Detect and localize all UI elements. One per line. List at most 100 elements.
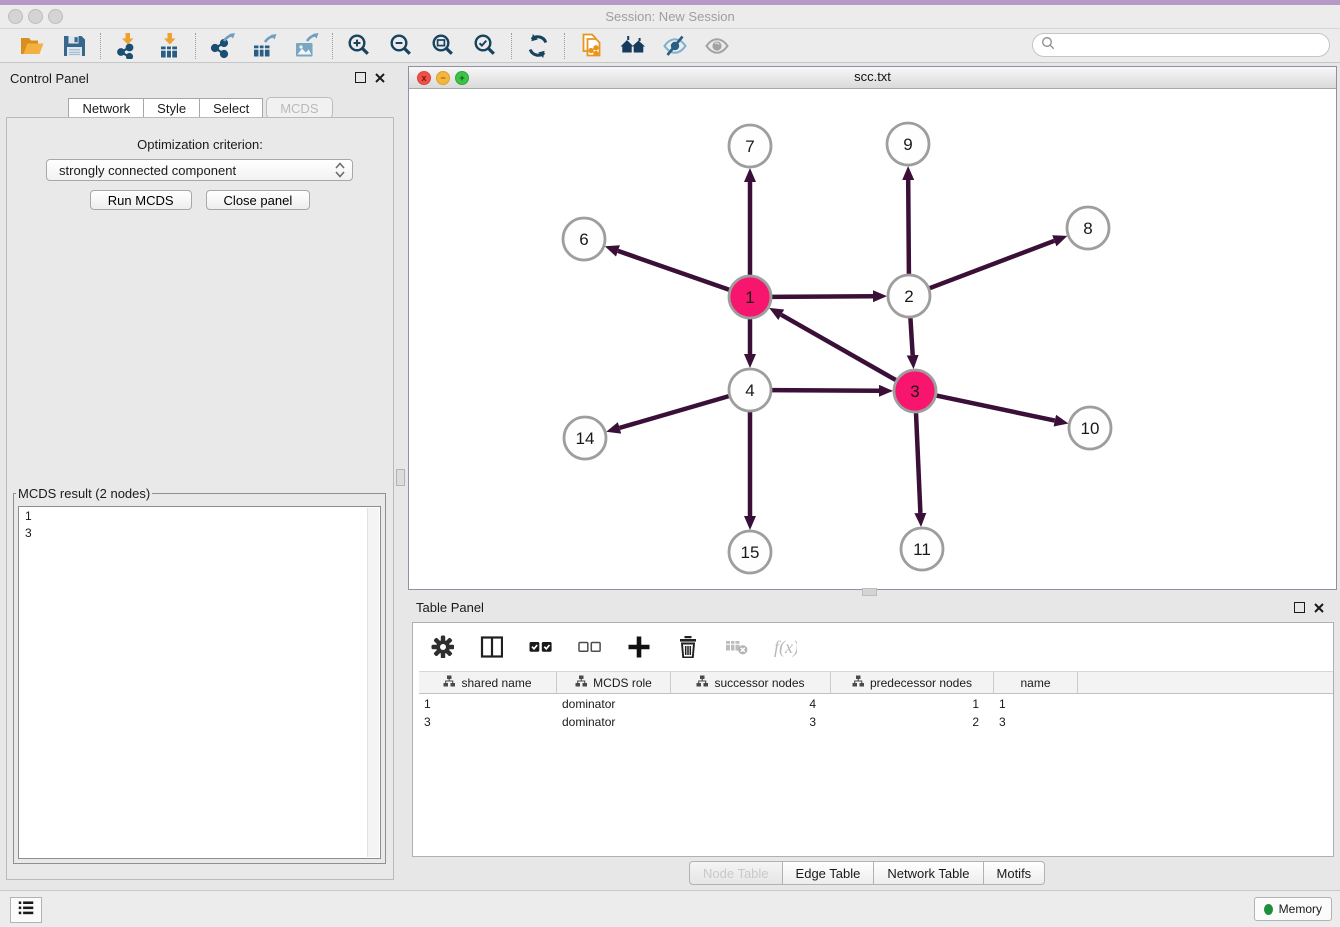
graph-node-9[interactable]: 9 (887, 123, 929, 165)
zoom-in-icon[interactable] (344, 31, 374, 61)
table-cell[interactable]: 4 (671, 697, 831, 711)
add-row-icon[interactable] (626, 634, 650, 658)
svg-text:2: 2 (904, 287, 913, 306)
deselect-all-icon[interactable] (577, 634, 601, 658)
zoom-out-icon[interactable] (386, 31, 416, 61)
column-header-shared-name[interactable]: shared name (419, 672, 557, 693)
edge-3-11[interactable] (916, 413, 920, 513)
open-file-icon[interactable] (17, 31, 47, 61)
hide-selected-icon[interactable] (660, 31, 690, 61)
column-header-MCDS-role[interactable]: MCDS role (557, 672, 671, 693)
table-cell[interactable]: dominator (557, 715, 671, 729)
import-network-icon[interactable] (112, 31, 142, 61)
table-cell[interactable]: 3 (994, 715, 1078, 729)
import-table-icon[interactable] (154, 31, 184, 61)
vertical-splitter-handle[interactable] (396, 469, 405, 486)
table-header-row: shared nameMCDS rolesuccessor nodesprede… (419, 671, 1333, 694)
table-cell[interactable]: dominator (557, 697, 671, 711)
graph-node-7[interactable]: 7 (729, 125, 771, 167)
column-header-name[interactable]: name (994, 672, 1078, 693)
float-panel-icon[interactable] (355, 72, 366, 83)
tab-edge-table[interactable]: Edge Table (783, 861, 875, 885)
table-row[interactable]: 1dominator411 (419, 696, 1333, 712)
memory-button[interactable]: Memory (1254, 897, 1332, 921)
search-input[interactable] (1059, 35, 1329, 55)
table-cell[interactable]: 1 (831, 697, 994, 711)
graph-node-4[interactable]: 4 (729, 369, 771, 411)
column-header-predecessor-nodes[interactable]: predecessor nodes (831, 672, 994, 693)
function-builder-icon: f(x) (773, 634, 797, 658)
gear-icon[interactable] (430, 634, 454, 658)
zoom-fit-icon[interactable] (428, 31, 458, 61)
export-image-icon[interactable] (291, 31, 321, 61)
table-cell[interactable]: 2 (831, 715, 994, 729)
result-scrollbar[interactable] (367, 508, 379, 857)
control-panel-tabs: NetworkStyleSelectMCDS (2, 97, 399, 119)
table-cell[interactable]: 3 (419, 715, 557, 729)
svg-text:9: 9 (903, 135, 912, 154)
svg-text:10: 10 (1081, 419, 1100, 438)
tab-select[interactable]: Select (200, 98, 263, 119)
close-panel-button[interactable]: Close panel (206, 190, 311, 210)
select-all-icon[interactable] (528, 634, 552, 658)
graph-node-1[interactable]: 1 (729, 276, 771, 318)
edge-2-8[interactable] (930, 241, 1055, 288)
table-cell[interactable]: 1 (419, 697, 557, 711)
table-cell[interactable]: 1 (994, 697, 1078, 711)
clone-network-icon[interactable] (576, 31, 606, 61)
graph-node-14[interactable]: 14 (564, 417, 606, 459)
minimize-view-icon[interactable]: − (436, 71, 450, 85)
svg-text:f(x): f(x) (774, 637, 797, 658)
refresh-layout-icon[interactable] (523, 31, 553, 61)
svg-text:14: 14 (576, 429, 595, 448)
tab-mcds[interactable]: MCDS (266, 97, 332, 119)
mcds-result-text[interactable]: 13 (18, 506, 381, 859)
graph-node-8[interactable]: 8 (1067, 207, 1109, 249)
tab-motifs[interactable]: Motifs (984, 861, 1046, 885)
node-table: f(x) shared nameMCDS rolesuccessor nodes… (412, 622, 1334, 857)
statusbar: Memory (0, 890, 1340, 927)
network-canvas[interactable]: 7 9 6 8 1 2 4 3 14 10 15 11 (409, 88, 1336, 589)
show-panels-button[interactable] (10, 897, 42, 923)
search-box[interactable] (1032, 33, 1330, 57)
tab-network[interactable]: Network (68, 98, 144, 119)
column-header-successor-nodes[interactable]: successor nodes (671, 672, 831, 693)
close-table-panel-icon[interactable] (1314, 603, 1324, 613)
run-mcds-button[interactable]: Run MCDS (90, 190, 192, 210)
graph-node-3[interactable]: 3 (894, 370, 936, 412)
tab-style[interactable]: Style (144, 98, 200, 119)
close-panel-icon[interactable] (375, 73, 385, 83)
edge-4-14[interactable] (620, 396, 729, 428)
edge-1-2[interactable] (772, 296, 873, 297)
float-table-panel-icon[interactable] (1294, 602, 1305, 613)
edge-2-3[interactable] (910, 318, 912, 355)
edge-1-6[interactable] (618, 251, 729, 290)
close-view-icon[interactable]: x (417, 71, 431, 85)
table-row[interactable]: 3dominator323 (419, 714, 1333, 730)
graph-node-15[interactable]: 15 (729, 531, 771, 573)
edge-4-3[interactable] (772, 390, 879, 391)
delete-row-icon[interactable] (675, 634, 699, 658)
horizontal-splitter-handle[interactable] (862, 588, 877, 596)
control-panel-header: Control Panel (2, 66, 399, 90)
export-network-icon[interactable] (207, 31, 237, 61)
optimization-criterion-dropdown[interactable]: strongly connected component (46, 159, 353, 181)
save-session-icon[interactable] (59, 31, 89, 61)
zoom-selected-icon[interactable] (470, 31, 500, 61)
edge-2-9[interactable] (908, 180, 909, 274)
home-layout-icon[interactable] (618, 31, 648, 61)
graph-node-2[interactable]: 2 (888, 275, 930, 317)
tab-network-table[interactable]: Network Table (874, 861, 983, 885)
split-panel-icon[interactable] (479, 634, 503, 658)
edge-3-1[interactable] (781, 315, 896, 380)
maximize-view-icon[interactable]: + (455, 71, 469, 85)
network-window-titlebar[interactable]: scc.txt x − + (409, 67, 1336, 89)
table-cell[interactable]: 3 (671, 715, 831, 729)
graph-node-11[interactable]: 11 (901, 528, 943, 570)
export-table-icon[interactable] (249, 31, 279, 61)
edge-3-10[interactable] (937, 396, 1055, 421)
graph-node-10[interactable]: 10 (1069, 407, 1111, 449)
tab-node-table[interactable]: Node Table (689, 861, 783, 885)
hierarchy-icon (696, 675, 708, 690)
graph-node-6[interactable]: 6 (563, 218, 605, 260)
